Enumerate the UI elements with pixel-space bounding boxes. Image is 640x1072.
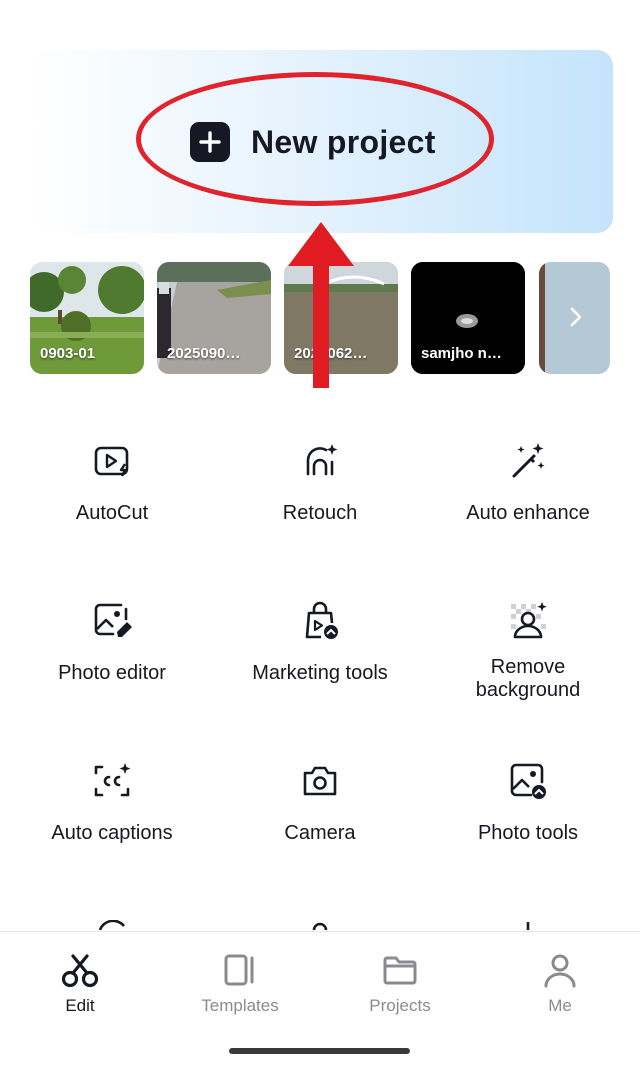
tool-label: Photo editor [58,662,166,684]
photo-tools-icon [510,763,546,799]
tab-label: Projects [369,996,431,1015]
recent-project-thumb[interactable]: 2025062… [284,262,398,374]
tool-photo-editor[interactable]: Photo editor [8,600,216,685]
partial-thumbnail [539,262,545,374]
new-project-content: New project [190,122,436,162]
new-project-button[interactable]: New project [30,50,613,233]
tool-label: Auto enhance [466,502,590,524]
tool-label: Marketing tools [252,662,388,684]
partial-tool-icon [312,922,328,930]
tool-label: Photo tools [477,822,579,844]
tool-photo-tools[interactable]: Photo tools [424,760,632,845]
recent-project-title: 2025062… [294,345,368,362]
tool-marketing-tools[interactable]: Marketing tools [216,600,424,685]
home-indicator [229,1048,410,1054]
tab-label: Me [548,996,572,1015]
tool-label: Retouch [282,502,358,524]
retouch-icon [306,444,338,476]
tool-label: AutoCut [75,502,149,524]
recent-project-title: samjho n… [421,345,502,362]
remove-bg-icon [511,602,547,639]
tab-projects[interactable]: Projects [320,950,480,1016]
tool-auto-enhance[interactable]: Auto enhance [424,440,632,525]
tab-label: Edit [65,996,95,1015]
recent-project-thumb[interactable]: samjho n… [411,262,525,374]
recent-project-title: 2025090… [167,345,241,362]
plus-icon [190,122,230,162]
templates-icon [224,954,254,986]
recent-project-title: 0903-01 [40,345,96,362]
tab-edit[interactable]: Edit [0,950,160,1016]
scissors-icon [61,954,99,988]
tab-me[interactable]: Me [480,950,640,1016]
tool-label: Camera [284,822,356,844]
folder-icon [383,956,417,985]
partial-tool-icon [98,920,126,930]
user-icon [544,954,576,988]
tool-retouch[interactable]: Retouch [216,440,424,525]
more-projects-button[interactable] [539,262,610,374]
tool-label: Remove background [475,656,581,701]
new-project-label: New project [251,123,436,160]
partial-tool-icon [526,922,530,930]
recent-projects-row: 0903-01 2025090… 2025062… samjho n… [30,262,640,374]
shopping-bag-icon [305,601,338,639]
autocut-icon [94,446,129,477]
tool-camera[interactable]: Camera [216,760,424,845]
photo-edit-icon [94,603,132,637]
tool-auto-captions[interactable]: Auto captions [8,760,216,845]
tool-autocut[interactable]: AutoCut [8,440,216,525]
tab-label: Templates [201,996,279,1015]
captions-icon [94,763,131,797]
recent-project-thumb[interactable]: 0903-01 [30,262,144,374]
camera-icon [303,766,337,796]
chevron-right-icon [570,307,582,327]
recent-project-thumb[interactable]: 2025090… [157,262,271,374]
tool-label: Auto captions [51,822,173,844]
magic-wand-icon [512,443,545,478]
tab-templates[interactable]: Templates [160,950,320,1016]
tool-remove-background[interactable]: Remove background [424,600,632,702]
